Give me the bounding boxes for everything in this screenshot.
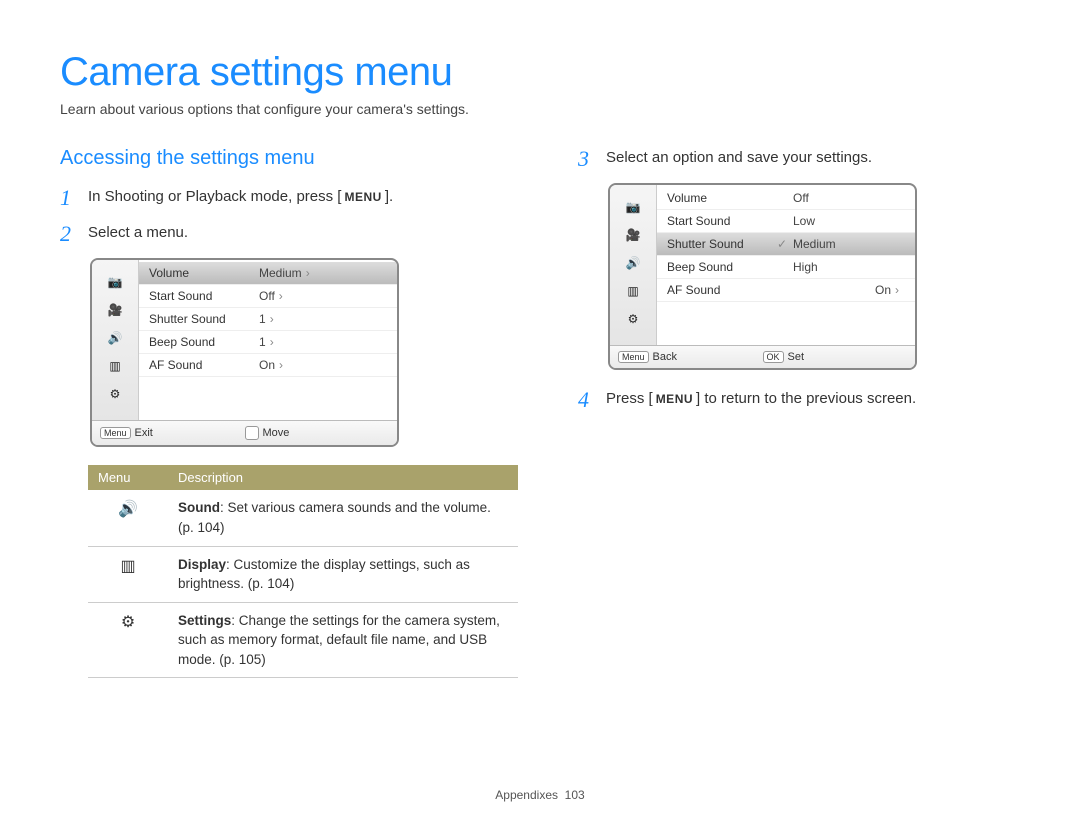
lcd-footer-left: Exit	[135, 427, 153, 439]
table-row: 🔊 Sound: Set various camera sounds and t…	[88, 490, 518, 546]
sound-icon: 🔊	[619, 253, 647, 273]
menu-key-icon: Menu	[618, 351, 649, 363]
lcd-row-value: ✓Medium	[777, 237, 905, 251]
step-number: 3	[578, 147, 606, 171]
check-icon: ✓	[777, 237, 787, 251]
lcd-row: AF Sound On›	[657, 279, 915, 302]
video-icon: 🎥	[101, 300, 129, 320]
lcd-row: Shutter Sound ✓Medium	[657, 233, 915, 256]
sound-icon: 🔊	[118, 498, 138, 521]
lcd-row-label: Start Sound	[667, 214, 777, 228]
lcd-row-value: On›	[777, 283, 905, 297]
settings-icon: ⚙	[619, 309, 647, 329]
lcd-row: Beep Sound High	[657, 256, 915, 279]
lcd-row-value: Off	[777, 191, 905, 205]
lcd-row-value: Off›	[259, 289, 387, 303]
settings-icon: ⚙	[101, 384, 129, 404]
step-text: In Shooting or Playback mode, press [	[88, 188, 341, 205]
lcd-row-label: Shutter Sound	[149, 312, 259, 326]
lcd-footer-right: Set	[788, 351, 805, 363]
lcd-row-label: AF Sound	[667, 283, 777, 297]
lcd-footer-right: Move	[263, 427, 290, 439]
lcd-footer: Menu Exit Move	[92, 420, 397, 445]
step-number: 1	[60, 186, 88, 210]
step-2: 2 Select a menu.	[60, 222, 518, 246]
lcd-footer: Menu Back OK Set	[610, 345, 915, 368]
lcd-row-label: Beep Sound	[667, 260, 777, 274]
lcd-row-label: Volume	[149, 266, 259, 280]
table-row: ▥ Display: Customize the display setting…	[88, 546, 518, 602]
display-icon: ▥	[120, 555, 135, 578]
desc-bold: Display	[178, 557, 226, 572]
lcd-row: AF Sound On›	[139, 354, 397, 377]
lcd-row: Volume Off	[657, 187, 915, 210]
display-icon: ▥	[101, 356, 129, 376]
lcd-row-label: Beep Sound	[149, 335, 259, 349]
step-text: Press [	[606, 390, 653, 407]
step-3: 3 Select an option and save your setting…	[578, 147, 1020, 171]
chevron-right-icon: ›	[279, 358, 283, 372]
camera-icon: 📷	[619, 197, 647, 217]
table-row: ⚙ Settings: Change the settings for the …	[88, 602, 518, 678]
lcd-row-label: Volume	[667, 191, 777, 205]
desc-bold: Settings	[178, 613, 231, 628]
step-text: ].	[385, 188, 393, 205]
desc-text: : Set various camera sounds and the volu…	[178, 500, 491, 535]
lcd-row: Start Sound Low	[657, 210, 915, 233]
step-text: ] to return to the previous screen.	[696, 390, 916, 407]
lcd-row-value: Medium›	[259, 266, 387, 280]
lcd-row-label: Shutter Sound	[667, 237, 777, 251]
lcd-side-icons: 📷 🎥 🔊 ▥ ⚙	[610, 185, 657, 345]
menu-button-label: MENU	[341, 188, 384, 206]
ok-key-icon: OK	[763, 351, 784, 363]
lcd-row-empty	[657, 302, 915, 330]
video-icon: 🎥	[619, 225, 647, 245]
lcd-row-value: 1›	[259, 335, 387, 349]
lcd-side-icons: 📷 🎥 🔊 ▥ ⚙	[92, 260, 139, 420]
footer-label: Appendixes	[495, 788, 558, 802]
lcd-row: Beep Sound 1›	[139, 331, 397, 354]
chevron-right-icon: ›	[306, 266, 310, 280]
step-4: 4 Press [MENU] to return to the previous…	[578, 388, 1020, 412]
lcd-screenshot-2: 📷 🎥 🔊 ▥ ⚙ Volume Off Start Sound	[608, 183, 917, 370]
lcd-row: Volume Medium›	[139, 262, 397, 285]
lcd-row: Start Sound Off›	[139, 285, 397, 308]
lcd-row-label: Start Sound	[149, 289, 259, 303]
lcd-row-value: Low	[777, 214, 905, 228]
lcd-row-value: High	[777, 260, 905, 274]
desc-bold: Sound	[178, 500, 220, 515]
page-footer: Appendixes 103	[60, 788, 1020, 802]
settings-icon: ⚙	[121, 611, 135, 634]
step-text: Select an option and save your settings.	[606, 147, 872, 170]
display-icon: ▥	[619, 281, 647, 301]
sound-icon: 🔊	[101, 328, 129, 348]
chevron-right-icon: ›	[270, 335, 274, 349]
menu-button-label: MENU	[653, 390, 696, 408]
lcd-footer-left: Back	[653, 351, 677, 363]
section-heading: Accessing the settings menu	[60, 147, 518, 170]
step-1: 1 In Shooting or Playback mode, press [M…	[60, 186, 518, 210]
chevron-right-icon: ›	[279, 289, 283, 303]
chevron-right-icon: ›	[270, 312, 274, 326]
step-text: Select a menu.	[88, 222, 188, 245]
step-number: 4	[578, 388, 606, 412]
camera-icon: 📷	[101, 272, 129, 292]
menu-description-table: Menu Description 🔊 Sound: Set various ca…	[88, 465, 518, 678]
step-number: 2	[60, 222, 88, 246]
chevron-right-icon: ›	[895, 283, 899, 297]
nav-key-icon	[245, 426, 259, 440]
footer-page-number: 103	[565, 788, 585, 802]
menu-key-icon: Menu	[100, 427, 131, 439]
lcd-row: Shutter Sound 1›	[139, 308, 397, 331]
lcd-row-value: On›	[259, 358, 387, 372]
table-header-description: Description	[168, 465, 518, 490]
page-title: Camera settings menu	[60, 50, 1020, 95]
lcd-row-value: 1›	[259, 312, 387, 326]
table-header-menu: Menu	[88, 465, 168, 490]
lcd-screenshot-1: 📷 🎥 🔊 ▥ ⚙ Volume Medium› Start Sound	[90, 258, 399, 447]
lcd-row-label: AF Sound	[149, 358, 259, 372]
page-subtitle: Learn about various options that configu…	[60, 101, 1020, 117]
lcd-row-empty	[139, 377, 397, 405]
